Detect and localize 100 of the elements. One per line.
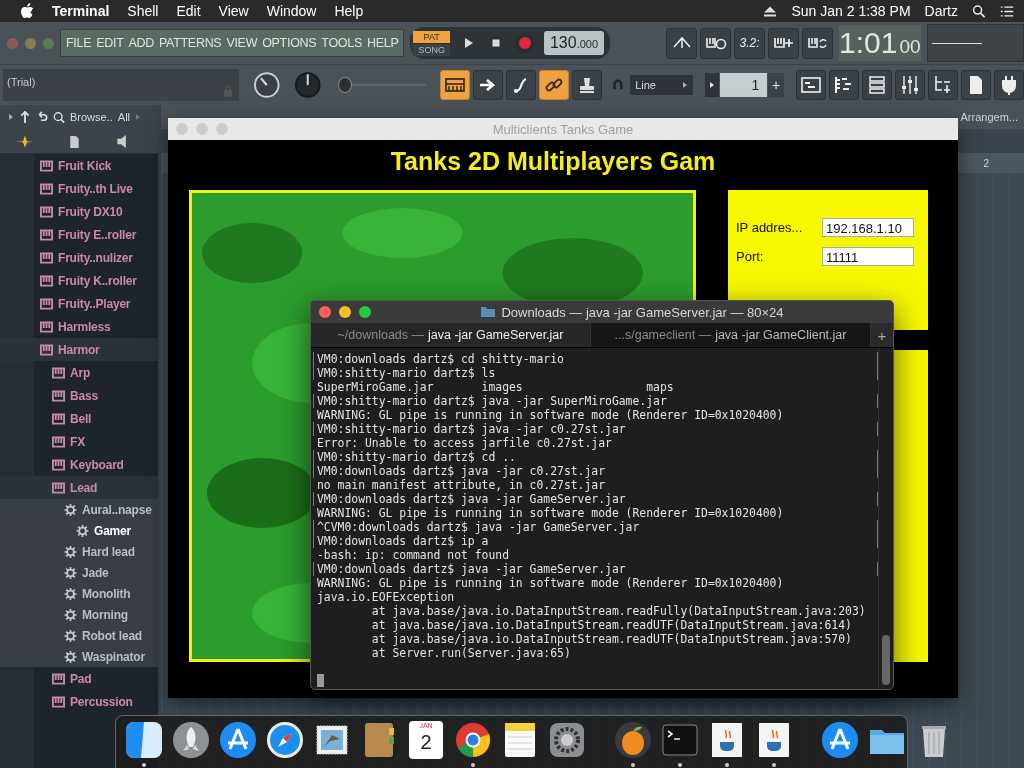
browser-item[interactable]: Monolith (0, 583, 158, 604)
browser-item[interactable]: Keyboard (0, 453, 158, 476)
input-field[interactable]: 11111 (822, 247, 914, 266)
new-tab-button[interactable]: + (871, 323, 893, 347)
file-button[interactable] (961, 70, 991, 100)
browser-item[interactable]: Fruit Kick (0, 154, 158, 177)
terminal-line: VM0:shitty-mario dartz$ cd .. (313, 450, 878, 464)
main-menu-item[interactable]: EDIT (96, 36, 124, 50)
browser-item[interactable]: Waspinator (0, 646, 158, 667)
countdown-button[interactable]: 3.2: (734, 27, 766, 59)
menu-item[interactable]: Help (334, 3, 364, 19)
browser-item[interactable]: Harmless (0, 315, 158, 338)
browser-tree-button[interactable] (928, 70, 958, 100)
menu-item[interactable]: Edit (176, 3, 201, 19)
browser-icon[interactable] (453, 720, 493, 760)
browser-item[interactable]: Harmor (0, 338, 158, 361)
browser-item[interactable]: Aural..napse (0, 499, 158, 520)
pattern-arrow-button[interactable] (705, 73, 719, 97)
piano-roll-button[interactable] (829, 70, 859, 100)
search-icon[interactable] (53, 110, 65, 124)
eject-icon[interactable] (763, 4, 778, 18)
stamp-tool-button[interactable] (572, 70, 603, 100)
close-button[interactable] (319, 306, 331, 318)
expand-arrow-icon[interactable] (8, 113, 14, 121)
split-face-tile-icon[interactable] (124, 720, 164, 760)
pitch-knob[interactable] (294, 71, 322, 99)
browser-item[interactable]: Pad (0, 667, 158, 690)
browser-label[interactable]: Browse.. (70, 111, 113, 123)
list-icon[interactable] (1000, 4, 1014, 18)
main-menu-item[interactable]: ADD (128, 36, 154, 50)
piano-icon (52, 695, 65, 708)
minimize-button[interactable] (339, 306, 351, 318)
compass-icon[interactable] (265, 720, 305, 760)
browser-item[interactable]: Morning (0, 604, 158, 625)
app-store-icon[interactable] (820, 720, 860, 760)
main-menu-item[interactable]: HELP (366, 36, 399, 50)
zoom-button[interactable] (359, 306, 371, 318)
wait-button[interactable] (700, 27, 732, 59)
mode-toggle[interactable]: SONG (413, 43, 450, 56)
menu-item[interactable]: Window (266, 3, 317, 19)
browser-item[interactable]: Jade (0, 562, 158, 583)
input-field[interactable]: 192.168.1.10 (822, 218, 914, 237)
browser-item[interactable]: Fruity DX10 (0, 200, 158, 223)
browser-item[interactable]: Hard lead (0, 541, 158, 562)
main-menu-item[interactable]: PATTERNS (159, 36, 222, 50)
record-icon[interactable] (513, 32, 536, 54)
volume-knob[interactable] (252, 71, 281, 99)
menu-app-name[interactable]: Terminal (52, 3, 110, 19)
browser-item[interactable]: Gamer (0, 520, 158, 541)
fruit-icon[interactable] (613, 720, 653, 760)
loop-button[interactable] (802, 27, 834, 59)
browser-item[interactable]: Bell (0, 407, 158, 430)
main-menu-item[interactable]: TOOLS (321, 36, 362, 50)
browser-item[interactable]: Lead (0, 476, 158, 499)
pattern-field[interactable]: 1 (720, 73, 768, 97)
snap-dropdown[interactable]: Line (630, 75, 694, 95)
mixer-button[interactable] (895, 70, 925, 100)
browser-filter[interactable]: All (117, 111, 131, 123)
up-arrow-icon[interactable] (19, 110, 31, 124)
app-store-icon[interactable] (218, 720, 258, 760)
apple-icon[interactable] (20, 3, 34, 19)
browser-item[interactable]: Robot lead (0, 625, 158, 646)
slider-thumb[interactable] (337, 77, 352, 93)
browser-item[interactable]: Fruity..nulizer (0, 246, 158, 269)
menu-clock[interactable]: Sun Jan 2 1:38 PM (791, 3, 911, 19)
undo-icon[interactable] (36, 110, 48, 124)
keyboard-tool-button[interactable] (440, 70, 471, 100)
menu-item[interactable]: View (218, 3, 249, 19)
menu-item[interactable]: Shell (127, 3, 159, 19)
tap-button[interactable] (666, 27, 698, 59)
main-menu-item[interactable]: OPTIONS (262, 36, 317, 50)
browser-item[interactable]: Bass (0, 384, 158, 407)
search-icon[interactable] (972, 4, 986, 18)
pen-tool-button[interactable] (506, 70, 537, 100)
tempo-display[interactable]: 130.000 (543, 31, 605, 55)
menu-user[interactable]: Dartz (924, 3, 958, 19)
add-pattern-button[interactable]: + (768, 73, 784, 97)
main-menu-item[interactable]: FILE (66, 36, 92, 50)
gear-icon[interactable] (547, 720, 587, 760)
browser-item[interactable]: FX (0, 430, 158, 453)
scrollbar[interactable] (878, 348, 893, 689)
terminal-line: VM0:shitty-mario dartz$ java -jar c0.27st.jar (313, 422, 878, 436)
channel-rack-button[interactable] (862, 70, 892, 100)
mode-toggle[interactable]: PAT (413, 30, 450, 43)
link-tool-button[interactable] (539, 70, 570, 100)
blend-button[interactable] (768, 27, 800, 59)
browser-item[interactable]: Fruity..Player (0, 292, 158, 315)
browser-item[interactable]: Arp (0, 361, 158, 384)
browser-item[interactable]: Percussion (0, 690, 158, 713)
plug-button[interactable] (994, 70, 1024, 100)
browser-item[interactable]: Fruity E..roller (0, 223, 158, 246)
browser-item[interactable]: Fruity K..roller (0, 269, 158, 292)
playlist-title[interactable]: Arrangem... (960, 111, 1018, 123)
terminal-tab[interactable]: ~/downloads — java -jar GameServer.jar (311, 323, 591, 347)
rocket-icon[interactable] (171, 720, 211, 760)
playlist-button[interactable] (796, 70, 826, 100)
arrow-tool-button[interactable] (473, 70, 504, 100)
browser-item[interactable]: Fruity..th Live (0, 177, 158, 200)
terminal-line: WARNING: GL pipe is running in software mode (Renderer ID=0x1020400) (316, 506, 785, 520)
main-menu-item[interactable]: VIEW (226, 36, 258, 50)
